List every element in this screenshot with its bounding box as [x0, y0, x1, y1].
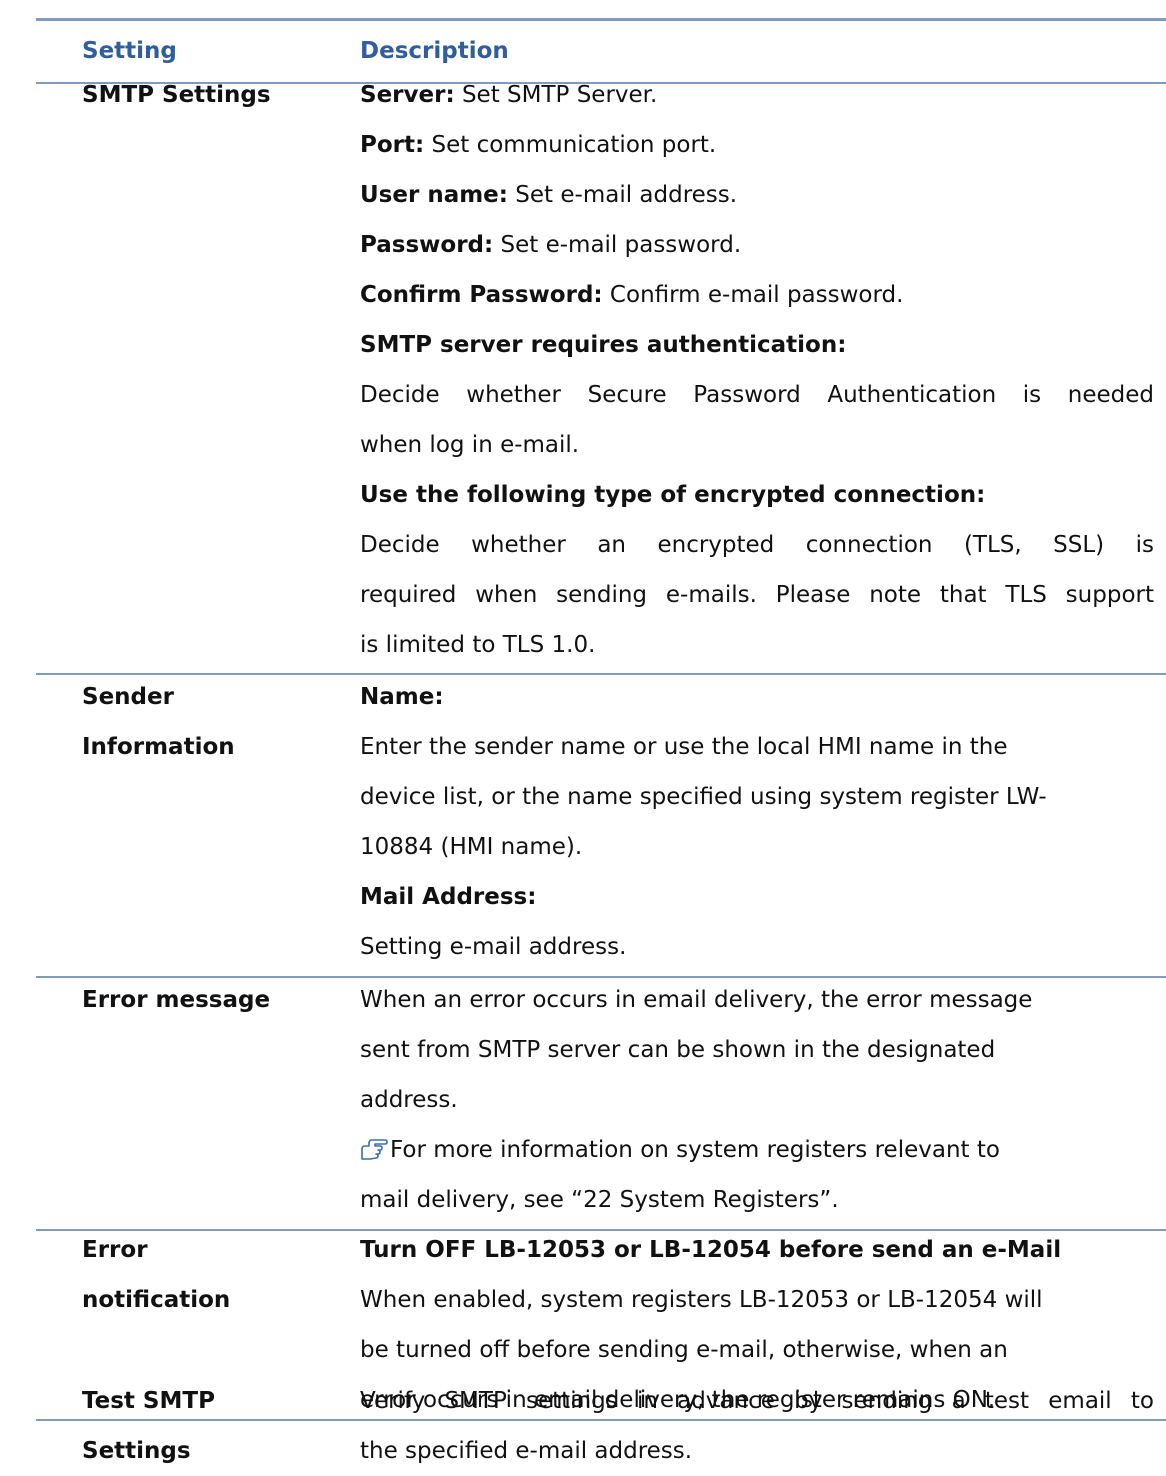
desc-line: Password: Set e-mail password. [360, 232, 742, 258]
desc-line: be turned off before sending e-mail, oth… [360, 1337, 1008, 1363]
desc-line: Server: Set SMTP Server. [360, 82, 658, 108]
desc-line: Port: Set communication port. [360, 132, 717, 158]
desc-line: Mail Address: [360, 884, 537, 910]
row-label-sender-information: Sender Information [82, 684, 235, 760]
desc-line: Setting e-mail address. [360, 934, 627, 960]
row-label-error-message: Error message [82, 987, 271, 1013]
row-label-error-notification: Error notification [82, 1237, 231, 1313]
desc-line: SMTP server requires authentication: [360, 332, 847, 358]
desc-line: 10884 (HMI name). [360, 834, 583, 860]
desc-line: Confirm Password: Confirm e-mail passwor… [360, 282, 904, 308]
table-top-rule [36, 18, 1166, 21]
desc-line: sent from SMTP server can be shown in th… [360, 1037, 996, 1063]
row-desc-error-message: When an error occurs in email delivery, … [360, 975, 1154, 1225]
desc-line: Enter the sender name or use the local H… [360, 734, 1008, 760]
desc-line: When an error occurs in email delivery, … [360, 987, 1033, 1013]
row-desc-test-smtp-settings: Verify SMTP settings in advance by sendi… [360, 1376, 1154, 1476]
desc-line: device list, or the name specified using… [360, 784, 1047, 810]
desc-line: When enabled, system registers LB-12053 … [360, 1287, 1043, 1313]
row-label-test-smtp-settings: Test SMTP Settings [82, 1388, 215, 1464]
desc-line: User name: Set e-mail address. [360, 182, 738, 208]
header-description: Description [360, 38, 509, 64]
row-desc-smtp-settings: Server: Set SMTP Server. Port: Set commu… [360, 70, 1154, 670]
row-label-smtp-settings: SMTP Settings [82, 82, 271, 108]
desc-line: mail delivery, see “22 System Registers”… [360, 1187, 839, 1213]
desc-line: when log in e-mail. [360, 432, 580, 458]
desc-line: Decide whether an encrypted connection (… [360, 532, 1154, 558]
header-setting: Setting [82, 38, 177, 64]
desc-line: required when sending e-mails. Please no… [360, 582, 1154, 608]
desc-line: Turn OFF LB-12053 or LB-12054 before sen… [360, 1237, 1062, 1263]
desc-line: is limited to TLS 1.0. [360, 632, 596, 658]
desc-line: For more information on system registers… [360, 1125, 1154, 1175]
desc-line: Name: [360, 684, 444, 710]
pointing-hand-icon [361, 1139, 388, 1160]
desc-line: Decide whether Secure Password Authentic… [360, 382, 1154, 408]
desc-line: Use the following type of encrypted conn… [360, 482, 986, 508]
desc-line: Verify SMTP settings in advance by sendi… [360, 1388, 1154, 1414]
desc-line: address. [360, 1087, 458, 1113]
desc-line: the specified e-mail address. [360, 1438, 693, 1464]
row-desc-sender-information: Name: Enter the sender name or use the l… [360, 672, 1154, 972]
